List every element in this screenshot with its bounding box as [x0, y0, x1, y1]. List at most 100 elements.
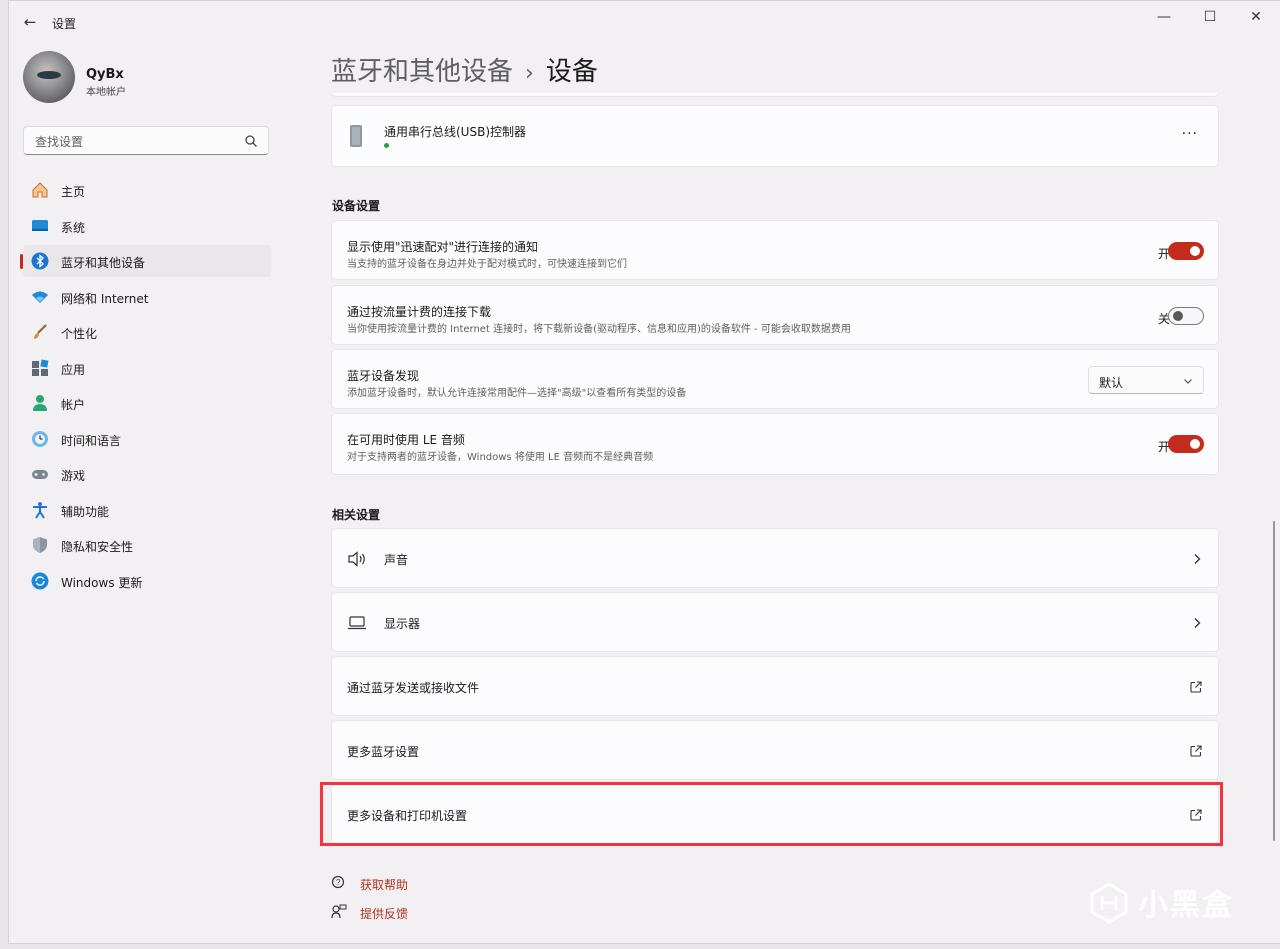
related-item-label: 声音: [384, 553, 409, 567]
sidebar-item-bluetooth[interactable]: 蓝牙和其他设备: [20, 245, 271, 277]
related-display-card[interactable]: 显示器: [331, 592, 1219, 652]
system-icon: [32, 219, 48, 231]
more-options-button[interactable]: ···: [1182, 126, 1198, 142]
connected-status-dot: [384, 143, 389, 148]
usb-controller-card[interactable]: 通用串行总线(USB)控制器 ···: [331, 105, 1219, 167]
brush-icon: [34, 324, 47, 339]
previous-device-card: [331, 93, 1219, 97]
sidebar-item-label: 应用: [61, 362, 86, 377]
sidebar-item-label: 个性化: [61, 327, 98, 341]
related-settings-heading: 相关设置: [332, 508, 381, 522]
sidebar-item-personalization[interactable]: 个性化: [23, 316, 271, 348]
related-send-receive-card[interactable]: 通过蓝牙发送或接收文件: [331, 656, 1219, 716]
sidebar-item-label: 辅助功能: [61, 504, 110, 519]
gamepad-icon: [32, 470, 48, 479]
laptop-icon: [348, 616, 366, 630]
time-language-icon: [32, 430, 48, 447]
app-title: 设置: [52, 17, 77, 31]
setting-description: 添加蓝牙设备时，默认允许连接常用配件—选择"高级"以查看所有类型的设备: [347, 388, 687, 399]
breadcrumb: 蓝牙和其他设备 › 设备: [331, 51, 598, 88]
user-name: QyBx: [86, 67, 124, 82]
sidebar-item-home[interactable]: 主页: [23, 174, 271, 206]
bluetooth-discovery-card: 蓝牙设备发现 添加蓝牙设备时，默认允许连接常用配件—选择"高级"以查看所有类型的…: [331, 349, 1219, 409]
sidebar-item-label: 网络和 Internet: [61, 291, 149, 306]
search-icon[interactable]: [244, 134, 258, 148]
related-item-label: 显示器: [384, 617, 421, 631]
setting-title: 通过按流量计费的连接下载: [347, 305, 492, 319]
sidebar-item-apps[interactable]: 应用: [23, 352, 271, 384]
swift-pair-card: 显示使用"迅速配对"进行连接的通知 当支持的蓝牙设备在身边并处于配对模式时，可快…: [331, 220, 1219, 280]
wifi-icon: [32, 291, 48, 303]
external-link-icon[interactable]: [1190, 681, 1202, 693]
related-sound-card[interactable]: 声音: [331, 528, 1219, 588]
bluetooth-icon: [31, 252, 49, 270]
related-devices-printers-card[interactable]: 更多设备和打印机设置: [331, 784, 1219, 844]
setting-description: 对于支持两者的蓝牙设备，Windows 将使用 LE 音频而不是经典音频: [347, 452, 654, 463]
give-feedback-link[interactable]: 提供反馈: [360, 905, 408, 922]
breadcrumb-separator: ›: [525, 61, 534, 86]
metered-download-card: 通过按流量计费的连接下载 当你使用按流量计费的 Internet 连接时，将下载…: [331, 285, 1219, 345]
account-icon: [33, 395, 47, 411]
maximize-button[interactable]: ☐: [1187, 1, 1233, 33]
chevron-down-icon: [1184, 379, 1192, 384]
sidebar-item-network[interactable]: 网络和 Internet: [23, 281, 271, 313]
sidebar-item-windows-update[interactable]: Windows 更新: [23, 565, 271, 597]
sidebar-item-accounts[interactable]: 帐户: [23, 387, 271, 419]
device-settings-heading: 设备设置: [332, 199, 381, 213]
setting-description: 当支持的蓝牙设备在身边并处于配对模式时，可快速连接到它们: [347, 259, 627, 270]
back-button[interactable]: ←: [19, 11, 41, 33]
sidebar-item-gaming[interactable]: 游戏: [23, 458, 271, 490]
sidebar-item-label: 帐户: [61, 398, 86, 412]
chevron-right-icon[interactable]: [1192, 617, 1202, 629]
sidebar-item-label: 系统: [61, 220, 86, 235]
search-input[interactable]: [33, 132, 237, 152]
speaker-icon: [348, 551, 365, 567]
search-box[interactable]: [23, 126, 269, 155]
related-more-bluetooth-card[interactable]: 更多蓝牙设置: [331, 720, 1219, 780]
update-icon: [31, 572, 49, 589]
watermark-text: 小黑盒: [1138, 888, 1234, 923]
metered-download-toggle[interactable]: [1168, 307, 1204, 325]
account-type: 本地帐户: [86, 87, 126, 98]
scrollbar[interactable]: [1273, 521, 1275, 841]
sidebar-item-label: 蓝牙和其他设备: [61, 256, 146, 270]
sidebar-item-accessibility[interactable]: 辅助功能: [23, 494, 271, 526]
related-item-label: 更多蓝牙设置: [347, 745, 420, 759]
page-title: 设备: [545, 57, 598, 87]
le-audio-toggle[interactable]: [1168, 435, 1204, 453]
related-item-label: 通过蓝牙发送或接收文件: [347, 681, 480, 695]
title-bar: ← 设置 — ☐ ✕: [9, 1, 1280, 41]
sidebar-item-privacy[interactable]: 隐私和安全性: [23, 529, 271, 561]
discovery-mode-dropdown[interactable]: 默认: [1088, 366, 1204, 394]
get-help-link[interactable]: 获取帮助: [360, 876, 408, 893]
sidebar-nav: 主页 系统 蓝牙和其他设备 网络和 Internet 个性化 应用 帐户 时间和…: [20, 174, 271, 600]
accessibility-icon: [33, 501, 47, 519]
setting-title: 在可用时使用 LE 音频: [347, 433, 465, 447]
setting-title: 显示使用"迅速配对"进行连接的通知: [347, 240, 539, 254]
chevron-right-icon[interactable]: [1192, 553, 1202, 565]
device-name: 通用串行总线(USB)控制器: [384, 125, 526, 139]
related-item-label: 更多设备和打印机设置: [347, 809, 468, 823]
breadcrumb-parent[interactable]: 蓝牙和其他设备: [331, 57, 513, 87]
sidebar-item-label: 主页: [61, 185, 86, 199]
help-icon: ?: [331, 875, 345, 889]
sidebar-item-label: 隐私和安全性: [61, 540, 134, 554]
setting-description: 当你使用按流量计费的 Internet 连接时，将下载新设备(驱动程序、信息和应…: [347, 324, 851, 335]
sidebar-item-label: 时间和语言: [61, 433, 122, 448]
main-content: 通用串行总线(USB)控制器 ··· 设备设置 显示使用"迅速配对"进行连接的通…: [331, 93, 1221, 943]
external-link-icon[interactable]: [1190, 745, 1202, 757]
svg-text:?: ?: [336, 878, 341, 887]
le-audio-card: 在可用时使用 LE 音频 对于支持两者的蓝牙设备，Windows 将使用 LE …: [331, 413, 1219, 475]
xiaoheihe-logo-icon: [1090, 882, 1128, 924]
external-link-icon[interactable]: [1190, 809, 1202, 821]
avatar[interactable]: [23, 51, 75, 103]
usb-device-icon: [350, 125, 362, 147]
home-icon: [32, 182, 48, 198]
sidebar-item-time-language[interactable]: 时间和语言: [23, 423, 271, 455]
swift-pair-toggle[interactable]: [1168, 242, 1204, 260]
minimize-button[interactable]: —: [1141, 1, 1187, 33]
sidebar-item-label: 游戏: [61, 469, 86, 483]
close-button[interactable]: ✕: [1233, 1, 1279, 33]
sidebar-item-system[interactable]: 系统: [23, 210, 271, 242]
shield-icon: [33, 537, 47, 553]
